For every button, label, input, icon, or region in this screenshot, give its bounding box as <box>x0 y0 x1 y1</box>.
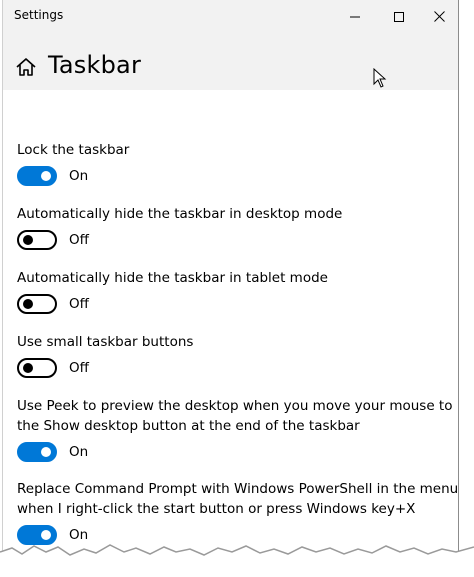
setting-label: Automatically hide the taskbar in deskto… <box>17 206 343 222</box>
toggle-state: On <box>69 168 89 184</box>
toggle-knob <box>23 363 33 373</box>
page-title: Taskbar <box>48 51 142 79</box>
setting-label: Lock the taskbar <box>17 142 130 158</box>
setting-peek: Use Peek to preview the desktop when you… <box>17 396 452 462</box>
maximize-icon <box>394 11 404 22</box>
lock-taskbar-toggle[interactable] <box>17 166 57 186</box>
toggle-row: Off <box>17 294 328 314</box>
peek-toggle[interactable] <box>17 442 57 462</box>
setting-powershell: Replace Command Prompt with Windows Powe… <box>17 479 458 545</box>
setting-autohide-desktop: Automatically hide the taskbar in deskto… <box>17 204 342 250</box>
toggle-state: Off <box>69 360 89 376</box>
minimize-button[interactable] <box>333 0 377 33</box>
setting-small-buttons: Use small taskbar buttons Off <box>17 332 193 378</box>
setting-label: Automatically hide the taskbar in tablet… <box>17 270 328 286</box>
toggle-row: Off <box>17 358 193 378</box>
autohide-tablet-toggle[interactable] <box>17 294 57 314</box>
toggle-state: On <box>69 444 89 460</box>
setting-label-line1: Use Peek to preview the desktop when you… <box>17 398 453 414</box>
minimize-icon <box>350 16 360 17</box>
mouse-pointer-icon <box>373 68 387 88</box>
small-buttons-toggle[interactable] <box>17 358 57 378</box>
torn-edge <box>0 544 474 577</box>
setting-autohide-tablet: Automatically hide the taskbar in tablet… <box>17 268 328 314</box>
toggle-row: On <box>17 442 452 462</box>
toggle-knob <box>23 299 33 309</box>
toggle-knob <box>41 171 51 181</box>
setting-label-line1: Replace Command Prompt with Windows Powe… <box>17 481 459 497</box>
close-icon <box>433 11 445 22</box>
setting-label: Use small taskbar buttons <box>17 334 194 350</box>
home-icon[interactable] <box>15 56 37 78</box>
toggle-state: Off <box>69 296 89 312</box>
toggle-row: On <box>17 166 129 186</box>
settings-window: Settings Taskbar Lock the taskbar On Aut… <box>2 0 459 577</box>
autohide-desktop-toggle[interactable] <box>17 230 57 250</box>
toggle-state: Off <box>69 232 89 248</box>
window-title: Settings <box>14 8 64 22</box>
title-bar: Settings <box>3 0 458 33</box>
toggle-knob <box>23 235 33 245</box>
maximize-button[interactable] <box>377 0 421 33</box>
toggle-knob <box>41 530 51 540</box>
setting-label-line2: the Show desktop button at the end of th… <box>17 418 360 434</box>
toggle-knob <box>41 447 51 457</box>
close-button[interactable] <box>417 0 461 33</box>
setting-lock-taskbar: Lock the taskbar On <box>17 140 129 186</box>
page-header: Taskbar <box>3 33 458 90</box>
setting-label-line2: when I right-click the start button or p… <box>17 501 416 517</box>
toggle-row: Off <box>17 230 342 250</box>
